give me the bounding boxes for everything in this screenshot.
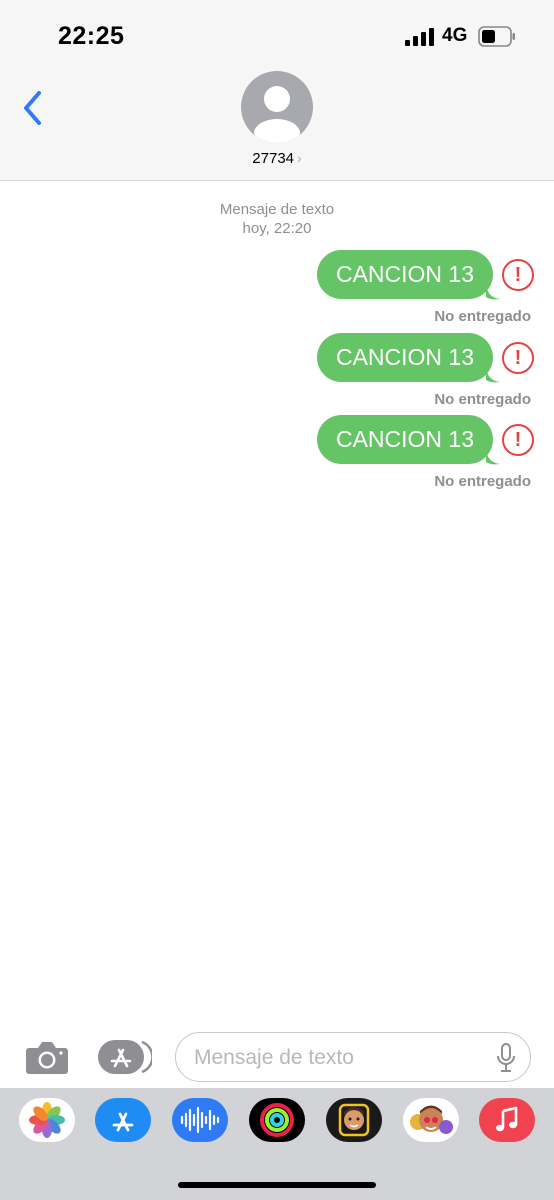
cellular-signal-icon — [405, 28, 434, 46]
message-text: CANCION 13 — [335, 344, 475, 370]
message-bubble[interactable]: CANCION 13 — [317, 250, 493, 299]
bubble-tail — [486, 369, 500, 383]
bubble-tail — [486, 286, 500, 300]
contact-avatar[interactable] — [241, 71, 313, 143]
message-timestamp: hoy, 22:20 — [242, 220, 312, 237]
memoji-icon[interactable] — [326, 1098, 382, 1142]
message-input[interactable]: Mensaje de texto — [175, 1032, 531, 1082]
delivery-status: No entregado — [434, 391, 531, 408]
back-chevron-icon[interactable] — [18, 88, 48, 128]
navigation-header: 22:25 4G 27734 › — [0, 0, 554, 181]
message-input-placeholder: Mensaje de texto — [194, 1046, 354, 1069]
contact-name: 27734 — [252, 150, 295, 167]
message-bubble[interactable]: CANCION 13 — [317, 333, 493, 382]
battery-icon — [478, 26, 515, 47]
message-bubble[interactable]: CANCION 13 — [317, 415, 493, 464]
contact-name-button[interactable]: 27734 › — [0, 150, 554, 167]
home-indicator[interactable] — [178, 1182, 376, 1188]
camera-icon[interactable] — [25, 1040, 69, 1074]
person-silhouette-icon — [254, 86, 300, 143]
microphone-icon[interactable] — [496, 1043, 516, 1073]
apps-button-icon[interactable] — [98, 1040, 152, 1074]
bubble-tail — [486, 451, 500, 465]
audio-message-icon[interactable] — [172, 1098, 228, 1142]
activity-icon[interactable] — [249, 1098, 305, 1142]
message-text: CANCION 13 — [335, 261, 475, 287]
message-type-label: Mensaje de texto — [219, 201, 335, 218]
not-delivered-error-icon[interactable]: ! — [502, 259, 534, 291]
photos-icon[interactable] — [19, 1098, 75, 1142]
not-delivered-error-icon[interactable]: ! — [502, 424, 534, 456]
message-text: CANCION 13 — [335, 426, 475, 452]
network-type: 4G — [442, 25, 468, 46]
music-icon[interactable] — [479, 1098, 535, 1142]
memoji-stickers-icon[interactable] — [403, 1098, 459, 1142]
delivery-status: No entregado — [434, 473, 531, 490]
chevron-right-icon: › — [297, 150, 302, 166]
status-time: 22:25 — [58, 22, 125, 50]
not-delivered-error-icon[interactable]: ! — [502, 342, 534, 374]
app-store-icon[interactable] — [95, 1098, 151, 1142]
delivery-status: No entregado — [434, 308, 531, 325]
